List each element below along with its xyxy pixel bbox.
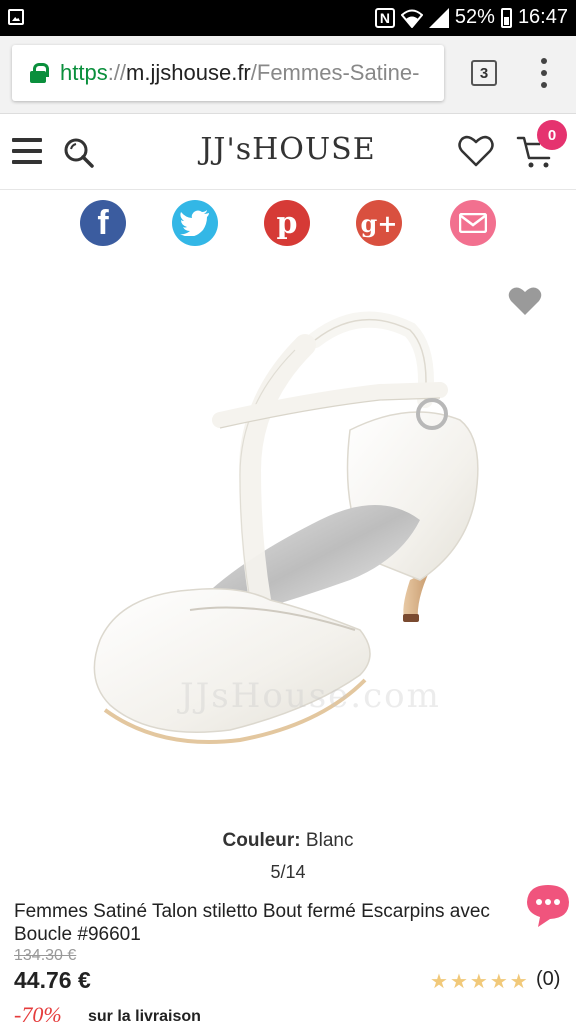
original-price: 134.30 € bbox=[14, 947, 77, 964]
googleplus-share-icon[interactable]: g+ bbox=[356, 200, 402, 246]
color-info: Couleur: Blanc bbox=[0, 830, 576, 852]
discount-badge: -70% bbox=[14, 1002, 62, 1024]
browser-menu-icon[interactable] bbox=[538, 58, 550, 88]
status-indicators: N 52% 16:47 bbox=[374, 6, 568, 29]
facebook-share-icon[interactable]: f bbox=[80, 200, 126, 246]
cart-count-badge: 0 bbox=[537, 120, 567, 150]
browser-toolbar: https://m.jjshouse.fr/Femmes-Satine- 3 bbox=[0, 36, 576, 114]
image-pager: 5/14 bbox=[270, 862, 306, 882]
site-logo[interactable]: JJ'sHOUSE bbox=[188, 132, 388, 167]
status-bar: N 52% 16:47 bbox=[0, 0, 576, 36]
product-title: Femmes Satiné Talon stiletto Bout fermé … bbox=[14, 901, 490, 945]
pinterest-share-icon[interactable]: p bbox=[264, 200, 310, 246]
twitter-bird-glyph bbox=[180, 210, 209, 236]
sale-price: 44.76 € bbox=[14, 967, 91, 993]
site-header: JJ'sHOUSE 0 bbox=[0, 114, 576, 190]
rating-stars[interactable]: ★ ★ ★ ★ ★ bbox=[430, 971, 528, 993]
googleplus-glyph: g+ bbox=[360, 208, 398, 238]
wishlist-heart-icon[interactable] bbox=[458, 134, 494, 168]
shipping-note: sur la livraison bbox=[88, 1008, 201, 1024]
review-count[interactable]: (0) bbox=[536, 968, 560, 991]
url-path: /Femmes-Satine- bbox=[250, 60, 420, 85]
url-scheme: https bbox=[60, 60, 108, 85]
star-icon: ★ bbox=[509, 971, 528, 993]
wifi-icon bbox=[400, 9, 423, 28]
color-label: Couleur: bbox=[222, 830, 301, 851]
clock: 16:47 bbox=[517, 6, 568, 28]
url-separator: :// bbox=[107, 60, 127, 85]
favorite-heart-icon[interactable] bbox=[508, 286, 542, 316]
star-icon: ★ bbox=[430, 971, 448, 993]
image-watermark: JJsHouse.com bbox=[180, 676, 441, 716]
envelope-glyph bbox=[459, 213, 487, 233]
battery-percent: 52% bbox=[454, 6, 495, 28]
cell-signal-icon bbox=[428, 7, 449, 28]
url-host: m.jjshouse.fr bbox=[126, 60, 251, 85]
lock-icon bbox=[30, 63, 49, 83]
facebook-glyph: f bbox=[97, 203, 109, 242]
star-icon: ★ bbox=[469, 971, 488, 993]
pinterest-glyph: p bbox=[276, 205, 298, 241]
battery-icon bbox=[500, 7, 512, 28]
star-icon: ★ bbox=[489, 971, 508, 993]
hamburger-menu-icon[interactable] bbox=[12, 138, 42, 164]
chat-support-icon[interactable] bbox=[524, 882, 572, 928]
url-bar[interactable]: https://m.jjshouse.fr/Femmes-Satine- bbox=[12, 45, 444, 101]
gallery-notification-icon bbox=[8, 9, 24, 25]
social-share-row: f p g+ bbox=[0, 200, 576, 250]
star-icon: ★ bbox=[449, 971, 468, 993]
twitter-share-icon[interactable] bbox=[172, 200, 218, 246]
search-icon[interactable] bbox=[62, 136, 94, 168]
nfc-icon: N bbox=[374, 7, 395, 28]
tab-switcher-button[interactable]: 3 bbox=[471, 60, 497, 86]
color-value: Blanc bbox=[300, 830, 354, 851]
email-share-icon[interactable] bbox=[450, 200, 496, 246]
